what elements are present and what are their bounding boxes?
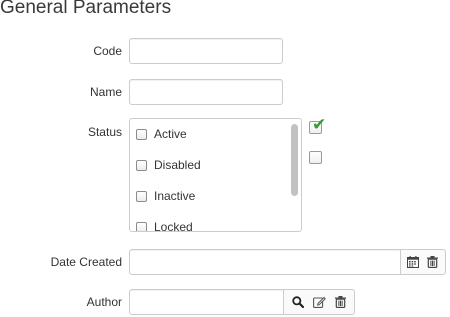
name-input[interactable] bbox=[129, 79, 283, 105]
checkbox[interactable] bbox=[136, 159, 147, 171]
status-listbox[interactable]: Active Disabled Inactive Locked bbox=[129, 118, 302, 232]
option-label: Disabled bbox=[154, 158, 201, 172]
author-addon bbox=[283, 289, 355, 315]
date-created-addon bbox=[400, 249, 446, 275]
calendar-icon[interactable] bbox=[406, 255, 420, 269]
checkbox[interactable] bbox=[136, 190, 147, 202]
edit-icon[interactable] bbox=[312, 295, 326, 309]
status-option-locked[interactable]: Locked bbox=[136, 219, 193, 232]
page-title: General Parameters bbox=[0, 0, 172, 18]
scrollbar-thumb[interactable] bbox=[291, 124, 298, 196]
option-label: Inactive bbox=[154, 189, 196, 203]
status-side-checkbox[interactable] bbox=[309, 151, 322, 164]
status-option-inactive[interactable]: Inactive bbox=[136, 188, 195, 204]
trash-icon[interactable] bbox=[426, 255, 440, 269]
author-input[interactable] bbox=[129, 289, 284, 315]
option-label: Locked bbox=[154, 220, 193, 232]
author-label: Author bbox=[86, 295, 122, 309]
option-label: Active bbox=[154, 127, 187, 141]
date-created-label: Date Created bbox=[50, 255, 122, 269]
status-label: Status bbox=[87, 125, 122, 139]
date-created-input[interactable] bbox=[129, 249, 401, 275]
search-icon[interactable] bbox=[291, 295, 305, 309]
code-label: Code bbox=[93, 44, 122, 58]
trash-icon[interactable] bbox=[333, 295, 347, 309]
status-option-disabled[interactable]: Disabled bbox=[136, 157, 201, 173]
checkmark-icon: ✔ bbox=[312, 115, 327, 135]
checkbox[interactable] bbox=[136, 128, 147, 140]
status-side-checkbox-checked[interactable]: ✔ bbox=[309, 117, 326, 134]
name-label: Name bbox=[89, 85, 122, 99]
code-input[interactable] bbox=[129, 38, 283, 64]
checkbox[interactable] bbox=[136, 221, 147, 231]
status-option-active[interactable]: Active bbox=[136, 126, 187, 142]
